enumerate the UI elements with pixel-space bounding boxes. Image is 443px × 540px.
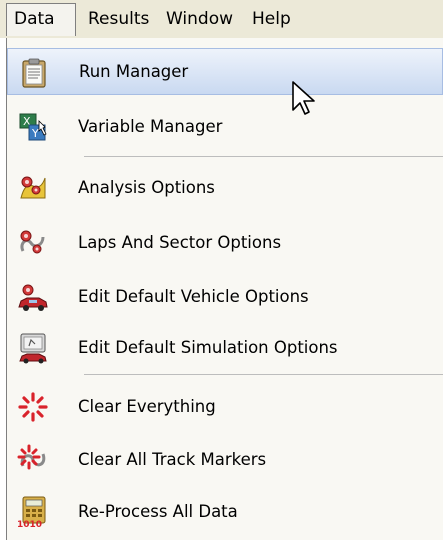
mouse-cursor-icon <box>290 80 320 122</box>
clipboard-icon <box>18 57 50 89</box>
xy-variable-icon: X Y <box>17 111 49 143</box>
menu-item-variable-manager[interactable]: X Y Variable Manager <box>7 103 443 150</box>
menu-item-label: Clear Everything <box>78 397 216 416</box>
analysis-gears-icon <box>17 172 49 204</box>
vehicle-gear-icon <box>17 281 49 313</box>
menu-window[interactable]: Window <box>166 0 233 38</box>
menu-item-label: Laps And Sector Options <box>78 233 282 252</box>
menu-separator <box>84 156 443 157</box>
menu-item-label: Edit Default Simulation Options <box>78 338 338 357</box>
menu-separator <box>84 374 443 375</box>
menu-item-label: Clear All Track Markers <box>78 450 267 469</box>
menu-item-label: Edit Default Vehicle Options <box>78 287 309 306</box>
clear-markers-icon <box>17 444 49 476</box>
menu-item-clear-everything[interactable]: Clear Everything <box>7 383 443 430</box>
menu-item-edit-default-vehicle-options[interactable]: Edit Default Vehicle Options <box>7 273 443 320</box>
menu-item-edit-default-simulation-options[interactable]: Edit Default Simulation Options <box>7 324 443 371</box>
menu-item-analysis-options[interactable]: Analysis Options <box>7 164 443 211</box>
laps-gears-icon <box>17 227 49 259</box>
menu-item-label: Re-Process All Data <box>78 502 238 521</box>
menu-bar: Data Results Window Help <box>0 0 443 38</box>
menu-item-clear-all-track-markers[interactable]: Clear All Track Markers <box>7 436 443 483</box>
svg-text:1010: 1010 <box>17 520 42 528</box>
menu-results[interactable]: Results <box>88 0 149 38</box>
clear-burst-icon <box>17 391 49 423</box>
menu-item-re-process-all-data[interactable]: 1010 Re-Process All Data <box>7 488 443 535</box>
menu-item-label: Analysis Options <box>78 178 215 197</box>
menu-item-label: Run Manager <box>79 62 189 81</box>
svg-text:Y: Y <box>31 127 39 140</box>
simulation-monitor-icon <box>17 332 49 364</box>
menu-item-run-manager[interactable]: Run Manager <box>7 48 443 95</box>
menu-item-label: Variable Manager <box>78 117 223 136</box>
menu-data[interactable]: Data <box>6 3 76 36</box>
calculator-1010-icon: 1010 <box>17 496 49 528</box>
menu-item-laps-and-sector-options[interactable]: Laps And Sector Options <box>7 219 443 266</box>
menu-help[interactable]: Help <box>252 0 291 38</box>
